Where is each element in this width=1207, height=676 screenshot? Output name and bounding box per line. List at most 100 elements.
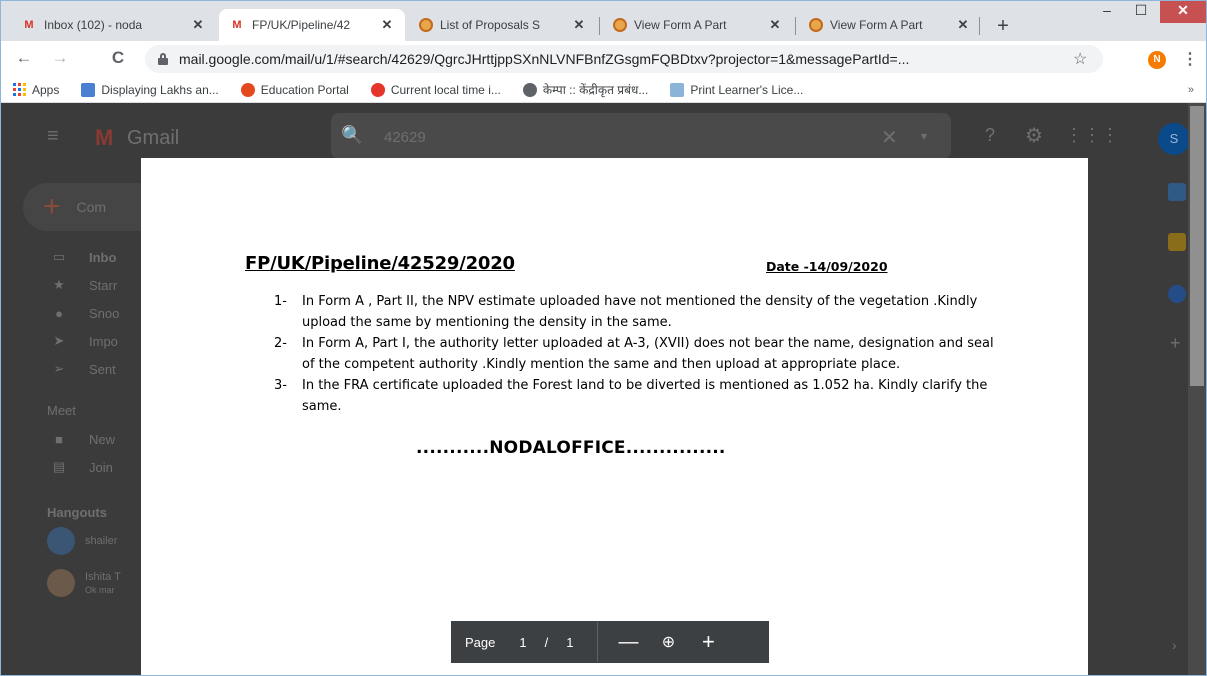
avatar[interactable] bbox=[47, 527, 75, 555]
bookmark-label: Education Portal bbox=[260, 82, 349, 97]
reload-button[interactable]: C bbox=[107, 47, 129, 69]
nav-label: Impo bbox=[89, 333, 118, 349]
keyboard-icon: ▤ bbox=[52, 459, 66, 474]
settings-gear-icon[interactable]: ⚙ bbox=[1025, 123, 1043, 148]
bookmark-print-learners-licence[interactable]: Print Learner's Lice... bbox=[670, 82, 804, 97]
gmail-icon: M bbox=[232, 19, 242, 31]
nav-label: Join bbox=[89, 459, 113, 475]
url-text: mail.google.com/mail/u/1/#search/42629/Q… bbox=[179, 51, 910, 67]
keep-icon[interactable] bbox=[1168, 233, 1186, 251]
list-item-text: In the FRA certificate uploaded the Fore… bbox=[302, 378, 988, 414]
bookmark-label: Current local time i... bbox=[390, 82, 501, 97]
page-current-input[interactable]: 1 bbox=[519, 635, 526, 650]
tab-view-form-a-2[interactable]: View Form A Part ✕ bbox=[799, 9, 981, 41]
list-item-number: 3- bbox=[274, 378, 287, 393]
tab-close-icon[interactable]: ✕ bbox=[190, 17, 206, 33]
compose-plus-icon: + bbox=[43, 190, 61, 223]
tab-view-form-a-1[interactable]: View Form A Part ✕ bbox=[603, 9, 793, 41]
tab-close-icon[interactable]: ✕ bbox=[571, 17, 587, 33]
zoom-in-icon[interactable]: + bbox=[696, 629, 720, 655]
tab-list-of-proposals[interactable]: List of Proposals S ✕ bbox=[409, 9, 597, 41]
browser-window: M Inbox (102) - noda ✕ M FP/UK/Pipeline/… bbox=[0, 0, 1207, 676]
add-addon-icon[interactable]: + bbox=[1170, 333, 1181, 354]
list-item: 1- In Form A , Part II, the NPV estimate… bbox=[274, 291, 994, 333]
clear-search-icon[interactable]: ✕ bbox=[881, 125, 898, 150]
portal-icon bbox=[809, 18, 823, 32]
hangouts-section-label: Hangouts bbox=[47, 505, 107, 520]
bookmark-label: Displaying Lakhs an... bbox=[101, 82, 219, 97]
calendar-icon[interactable] bbox=[1168, 183, 1186, 201]
hangout-last-message: Ok mar bbox=[85, 585, 115, 595]
apps-grid-icon bbox=[13, 83, 26, 96]
list-item-number: 2- bbox=[274, 336, 287, 351]
list-item-number: 1- bbox=[274, 294, 287, 309]
bookmark-kempa[interactable]: केम्पा :: केंद्रीकृत प्रबंध... bbox=[522, 81, 649, 98]
controls-divider bbox=[597, 622, 599, 662]
gmail-title: Gmail bbox=[127, 127, 180, 149]
tab-close-icon[interactable]: ✕ bbox=[379, 17, 395, 33]
collapse-panel-icon[interactable]: › bbox=[1172, 637, 1177, 653]
bookmark-label: केम्पा :: केंद्रीकृत प्रबंध... bbox=[542, 83, 649, 97]
list-item-text: In Form A, Part I, the authority letter … bbox=[302, 336, 994, 372]
account-avatar[interactable]: S bbox=[1158, 123, 1190, 155]
bookmark-apps[interactable]: Apps bbox=[13, 83, 59, 97]
search-icon[interactable]: 🔍 bbox=[341, 125, 363, 146]
forward-button[interactable]: → bbox=[49, 47, 71, 69]
bookmark-current-local-time[interactable]: Current local time i... bbox=[370, 82, 501, 97]
meet-section-label: Meet bbox=[47, 403, 76, 418]
page-separator: / bbox=[544, 634, 549, 650]
bookmark-icon bbox=[670, 82, 685, 97]
bookmark-label: Apps bbox=[32, 82, 60, 97]
zoom-out-icon[interactable]: — bbox=[616, 631, 640, 654]
close-window-button[interactable]: ✕ bbox=[1160, 1, 1206, 23]
pdf-controls-bar: Page 1 / 1 — ⊕ + bbox=[451, 621, 769, 663]
bookmark-star-icon[interactable]: ☆ bbox=[1073, 49, 1097, 69]
scrollbar-thumb[interactable] bbox=[1190, 106, 1204, 386]
bookmarks-bar: Apps Displaying Lakhs an... Education Po… bbox=[1, 77, 1206, 103]
search-input[interactable]: 42629 bbox=[384, 129, 426, 146]
bookmark-icon bbox=[81, 82, 96, 97]
help-icon[interactable]: ? bbox=[985, 125, 995, 146]
tab-close-icon[interactable]: ✕ bbox=[955, 17, 971, 33]
hangout-contact-name[interactable]: shailer bbox=[85, 535, 117, 547]
bookmark-label: Print Learner's Lice... bbox=[690, 82, 804, 97]
portal-icon bbox=[419, 18, 433, 32]
hangout-contact-name[interactable]: Ishita T bbox=[85, 571, 121, 583]
avatar[interactable] bbox=[47, 569, 75, 597]
tab-current-pdf[interactable]: M FP/UK/Pipeline/42 ✕ bbox=[219, 9, 405, 41]
lock-icon bbox=[157, 53, 169, 65]
tab-close-icon[interactable]: ✕ bbox=[767, 17, 783, 33]
tasks-icon[interactable] bbox=[1168, 285, 1186, 303]
tab-title: List of Proposals S bbox=[440, 18, 541, 32]
send-icon: ➢ bbox=[53, 361, 65, 376]
new-tab-button[interactable]: + bbox=[991, 15, 1015, 38]
back-button[interactable]: ← bbox=[13, 47, 35, 69]
tab-inbox[interactable]: M Inbox (102) - noda ✕ bbox=[11, 9, 216, 41]
bookmarks-overflow-icon[interactable]: » bbox=[1188, 84, 1194, 96]
tab-separator bbox=[795, 17, 796, 35]
tab-strip: M Inbox (102) - noda ✕ M FP/UK/Pipeline/… bbox=[1, 1, 1206, 41]
maximize-button[interactable]: ☐ bbox=[1125, 1, 1157, 23]
clock-icon: ● bbox=[55, 305, 63, 321]
portal-icon bbox=[613, 18, 627, 32]
bookmark-education-portal[interactable]: Education Portal bbox=[240, 82, 349, 97]
document-signature: ...........NODALOFFICE............... bbox=[416, 438, 726, 458]
pdf-page: FP/UK/Pipeline/42529/2020 Date -14/09/20… bbox=[141, 158, 1088, 675]
address-bar[interactable]: mail.google.com/mail/u/1/#search/42629/Q… bbox=[145, 45, 1103, 73]
zoom-reset-icon[interactable]: ⊕ bbox=[656, 632, 680, 652]
main-menu-icon[interactable]: ≡ bbox=[47, 125, 59, 148]
gmail-icon: M bbox=[24, 19, 34, 31]
compose-label: Com bbox=[76, 199, 107, 215]
profile-avatar[interactable]: N bbox=[1148, 51, 1166, 69]
gmail-viewport-dimmed: ≡ M Gmail 🔍 42629 ✕ ▾ ? ⚙ ⋮⋮⋮ S + Com ▭ … bbox=[1, 103, 1206, 675]
bookmark-displaying-lakhs[interactable]: Displaying Lakhs an... bbox=[81, 82, 219, 97]
tab-separator bbox=[979, 17, 980, 35]
document-reference: FP/UK/Pipeline/42529/2020 bbox=[245, 253, 515, 274]
search-options-icon[interactable]: ▾ bbox=[921, 129, 927, 143]
bookmark-icon bbox=[240, 82, 255, 97]
star-icon: ★ bbox=[53, 277, 65, 292]
browser-menu-icon[interactable]: ⋮ bbox=[1182, 49, 1198, 69]
minimize-button[interactable]: – bbox=[1091, 1, 1123, 23]
google-apps-icon[interactable]: ⋮⋮⋮ bbox=[1065, 125, 1119, 146]
page-label: Page bbox=[465, 634, 496, 650]
